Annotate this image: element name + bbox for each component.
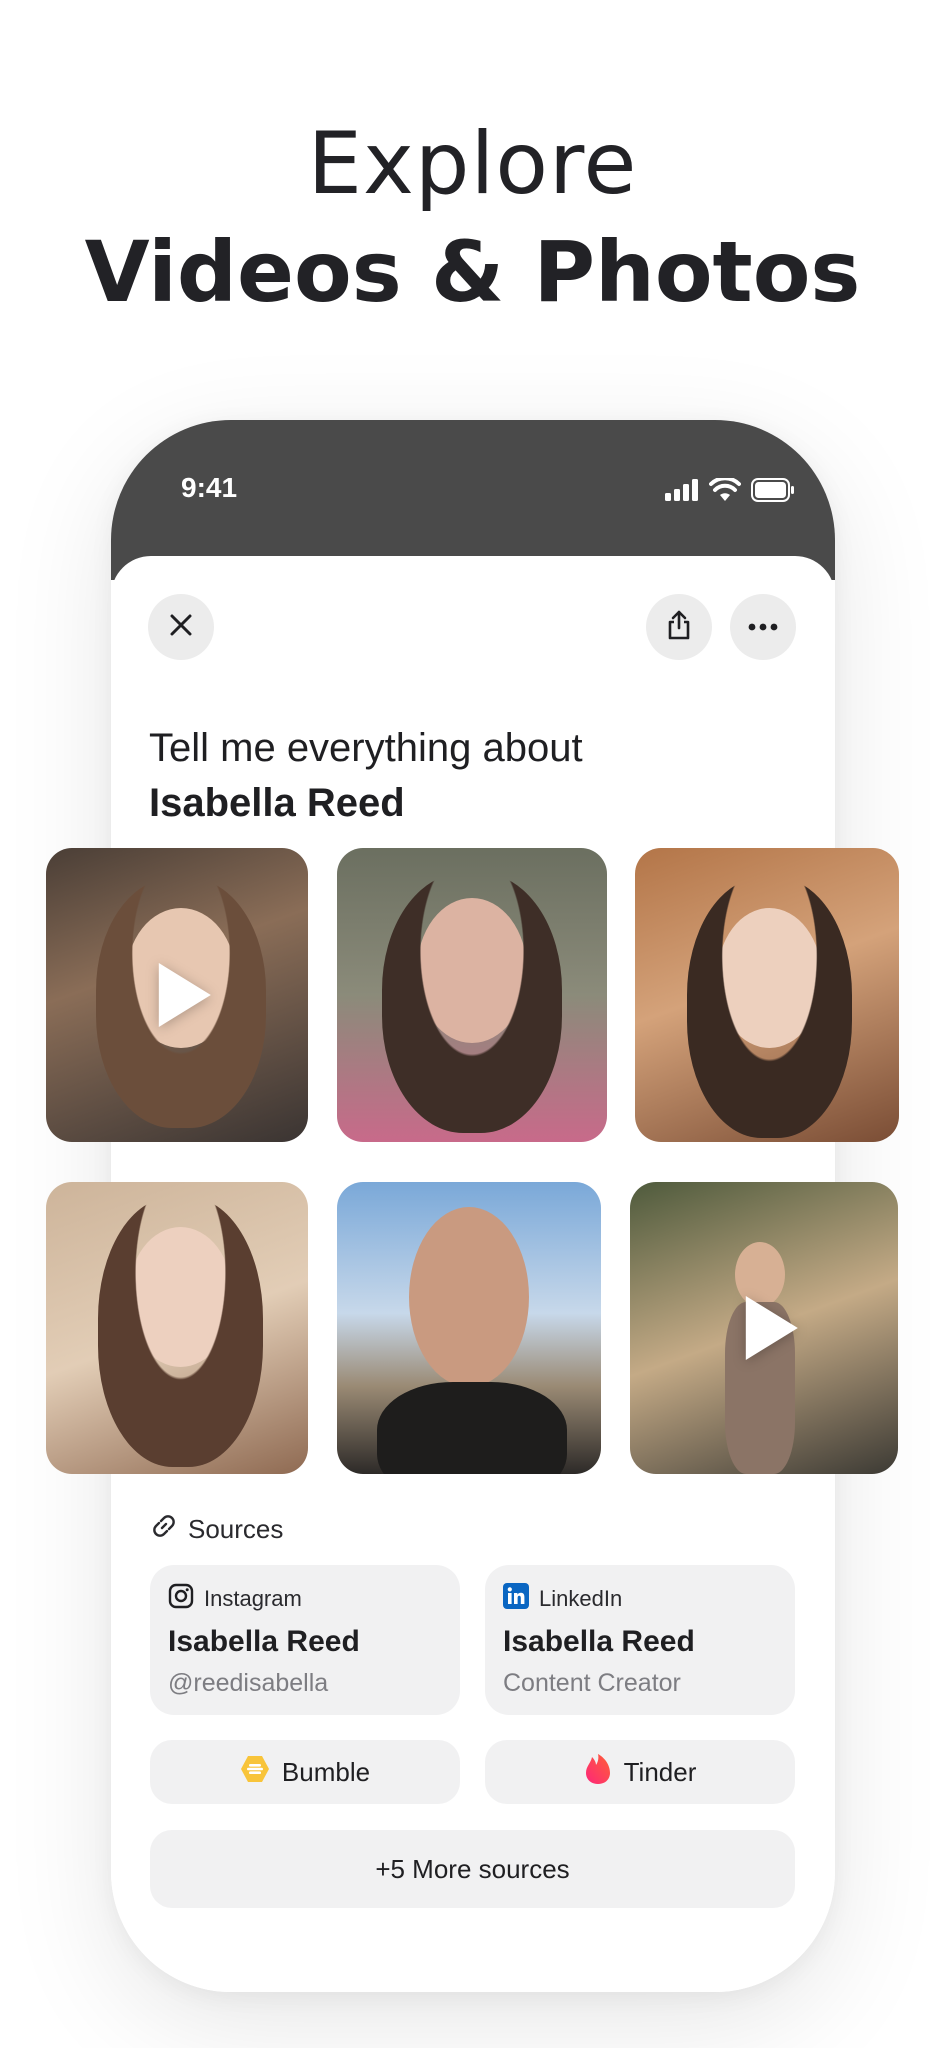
status-time: 9:41 xyxy=(181,472,238,503)
more-button[interactable] xyxy=(730,594,796,660)
media-tile-video[interactable] xyxy=(630,1182,898,1474)
play-icon xyxy=(745,1296,798,1360)
pill-label: Bumble xyxy=(281,1756,371,1787)
close-icon xyxy=(168,612,194,643)
battery-icon xyxy=(751,478,795,507)
media-tile-video[interactable] xyxy=(46,848,308,1142)
source-pill-tinder[interactable]: Tinder xyxy=(485,1740,795,1804)
source-card-linkedin[interactable]: LinkedIn Isabella Reed Content Creator xyxy=(485,1565,795,1715)
bumble-icon xyxy=(240,1755,270,1790)
platform-label: Instagram xyxy=(204,1586,302,1611)
prompt-person-name: Isabella Reed xyxy=(149,781,405,825)
prompt-line: Tell me everything about xyxy=(149,726,583,770)
card-platform: Instagram xyxy=(168,1583,302,1615)
play-icon xyxy=(158,963,211,1027)
profile-name: Isabella Reed xyxy=(503,1625,695,1658)
close-button[interactable] xyxy=(148,594,214,660)
link-icon xyxy=(150,1512,178,1547)
headline: Explore Videos & Photos xyxy=(0,110,945,326)
hair-shape xyxy=(98,1197,263,1467)
face-photo xyxy=(409,1207,529,1387)
jacket-shape xyxy=(377,1382,567,1474)
hair-shape xyxy=(382,873,562,1133)
more-sources-button[interactable]: +5 More sources xyxy=(150,1830,795,1908)
platform-label: LinkedIn xyxy=(539,1586,623,1611)
tinder-flame-icon xyxy=(584,1753,612,1792)
headline-bold: Videos & Photos xyxy=(84,223,861,321)
media-tile-photo[interactable] xyxy=(337,1182,601,1474)
hair-shape xyxy=(687,878,852,1138)
card-platform: LinkedIn xyxy=(503,1583,622,1615)
profile-handle: @reedisabella xyxy=(168,1669,329,1697)
share-icon xyxy=(665,609,693,646)
sources-heading: Sources xyxy=(188,1514,284,1544)
wifi-icon xyxy=(709,476,741,507)
pill-label: Tinder xyxy=(623,1756,697,1787)
headline-light: Explore xyxy=(307,114,638,214)
media-tile-photo[interactable] xyxy=(46,1182,308,1474)
profile-name: Isabella Reed xyxy=(168,1625,360,1658)
status-icons xyxy=(665,476,795,507)
prompt-text: Tell me everything about Isabella Reed xyxy=(149,721,583,831)
media-tile-photo[interactable] xyxy=(635,848,899,1142)
instagram-icon xyxy=(168,1583,194,1615)
source-pill-bumble[interactable]: Bumble xyxy=(150,1740,460,1804)
cellular-signal-icon xyxy=(665,479,699,506)
profile-title: Content Creator xyxy=(503,1669,681,1697)
more-icon xyxy=(748,618,778,636)
share-button[interactable] xyxy=(646,594,712,660)
source-card-instagram[interactable]: Instagram Isabella Reed @reedisabella xyxy=(150,1565,460,1715)
linkedin-icon xyxy=(503,1583,529,1615)
media-tile-photo[interactable] xyxy=(337,848,607,1142)
more-sources-label: +5 More sources xyxy=(375,1853,570,1884)
sources-header: Sources xyxy=(150,1512,283,1547)
